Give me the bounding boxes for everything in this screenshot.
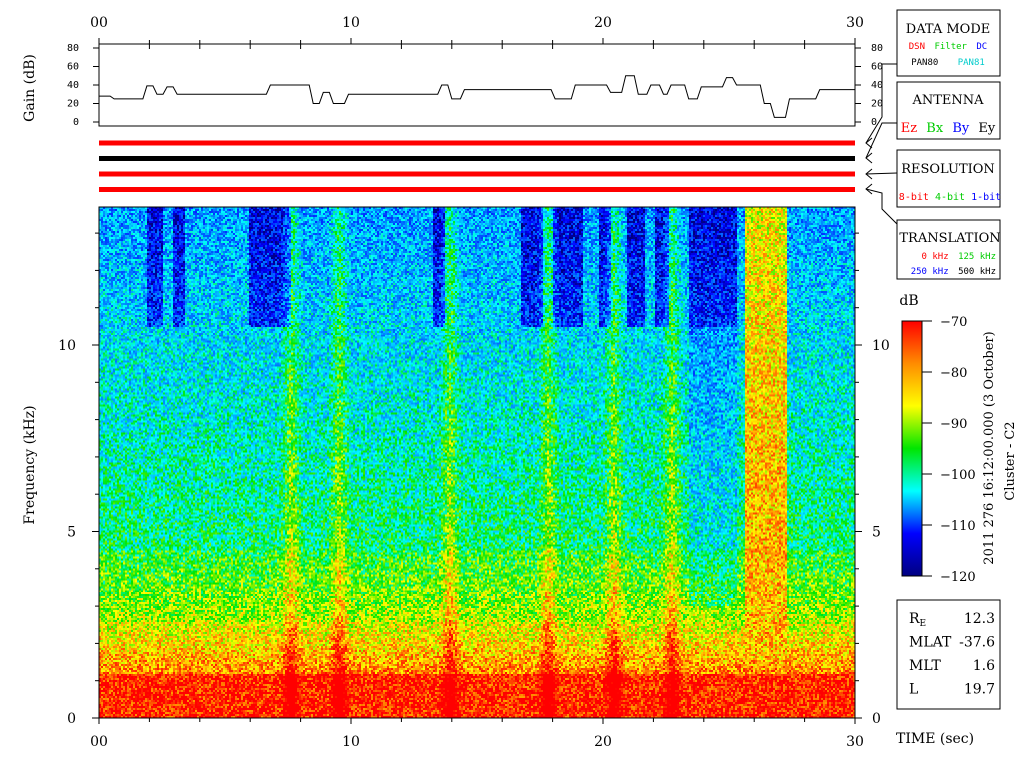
freq-tick-label-right: 0 bbox=[872, 711, 881, 727]
translation-0khz: 0 kHz bbox=[922, 252, 949, 262]
translation-legend: TRANSLATION 0 kHz 125 kHz 250 kHz 500 kH… bbox=[896, 219, 1001, 280]
time-tick-label-bottom: 20 bbox=[594, 734, 612, 750]
freq-tick-label-left: 10 bbox=[58, 338, 76, 354]
data-mode-dc: DC bbox=[976, 42, 987, 52]
status-bar-4 bbox=[99, 187, 855, 192]
resolution-legend: RESOLUTION 8-bit 4-bit 1-bit bbox=[896, 149, 1001, 208]
orbit-label: L bbox=[909, 682, 918, 698]
gain-tick-label-left: 40 bbox=[67, 80, 79, 91]
translation-500khz: 500 kHz bbox=[958, 267, 996, 277]
time-tick-label-top: 00 bbox=[90, 15, 108, 31]
antenna-legend: ANTENNA Ez Bx By Ey bbox=[896, 81, 1001, 140]
time-axis-bottom-ticks: 00 10 20 30 bbox=[90, 718, 864, 750]
colorbar-tick-label: −110 bbox=[940, 519, 976, 534]
time-tick-label-bottom: 30 bbox=[846, 734, 864, 750]
antenna-bx: Bx bbox=[926, 121, 944, 136]
colorbar-tick-label: −70 bbox=[940, 315, 967, 330]
data-mode-filter: Filter bbox=[934, 42, 967, 52]
antenna-title: ANTENNA bbox=[911, 93, 984, 108]
gain-tick-label-left: 0 bbox=[73, 117, 79, 128]
data-mode-legend: DATA MODE DSN Filter DC PAN80 PAN81 bbox=[896, 9, 1001, 77]
translation-title: TRANSLATION bbox=[899, 231, 1000, 246]
resolution-1bit: 1-bit bbox=[971, 192, 1001, 203]
orbit-label: MLAT bbox=[909, 635, 952, 651]
colorbar-gradient bbox=[901, 320, 923, 577]
frequency-axis-label: Frequency (kHz) bbox=[22, 405, 38, 524]
spectrogram-panel: 0 05 510 10 00 10 20 30 Frequency (kHz) TIME (… bbox=[22, 206, 974, 750]
data-mode-title: DATA MODE bbox=[906, 22, 990, 37]
freq-tick-label-left: 5 bbox=[67, 525, 76, 541]
colorbar-tick-label: −80 bbox=[940, 366, 967, 381]
time-axis-label: TIME (sec) bbox=[896, 731, 974, 747]
orbit-value: -37.6 bbox=[959, 635, 995, 651]
orbit-value: 19.7 bbox=[964, 682, 995, 698]
orbit-value: 12.3 bbox=[964, 611, 995, 627]
colorbar-label: dB bbox=[899, 293, 918, 309]
antenna-by: By bbox=[952, 121, 970, 136]
freq-tick-label-left: 0 bbox=[67, 711, 76, 727]
colorbar-tick-label: −120 bbox=[940, 570, 976, 585]
colorbar-tick-label: −100 bbox=[940, 468, 976, 483]
time-tick-label-top: 10 bbox=[342, 15, 360, 31]
antenna-ez: Ez bbox=[901, 121, 917, 136]
time-tick-label-top: 20 bbox=[594, 15, 612, 31]
colorbar-ticks: −70 −80 −90 −100 −110 −120 bbox=[922, 315, 976, 585]
orbit-label: MLT bbox=[909, 658, 941, 674]
status-bar-3 bbox=[99, 171, 855, 177]
gain-axis-label: Gain (dB) bbox=[22, 54, 38, 122]
gain-series-line bbox=[99, 75, 855, 118]
gain-tick-label-left: 20 bbox=[67, 99, 79, 110]
gain-tick-label-right: 20 bbox=[871, 99, 883, 110]
svg-text:8-bit 4-bit 1-bit: 8-bit 4-bit 1-bit bbox=[899, 192, 1001, 203]
colorbar: dB −70 −80 −90 −100 −110 −120 bbox=[899, 293, 975, 585]
status-bars bbox=[99, 140, 855, 192]
time-tick-label-bottom: 00 bbox=[90, 734, 108, 750]
resolution-4bit: 4-bit bbox=[935, 192, 965, 203]
data-mode-pan81: PAN81 bbox=[958, 58, 985, 68]
gain-tick-label-right: 80 bbox=[871, 43, 883, 54]
status-bar-1 bbox=[99, 140, 855, 146]
spectrogram-heatmap bbox=[99, 207, 855, 718]
resolution-title: RESOLUTION bbox=[901, 162, 995, 177]
freq-tick-label-right: 5 bbox=[872, 525, 881, 541]
svg-text:DSN Filter DC: DSN Filter DC bbox=[909, 42, 987, 52]
freq-tick-label-right: 10 bbox=[872, 338, 890, 354]
time-tick-label-bottom: 10 bbox=[342, 734, 360, 750]
svg-text:0 kHz 125 kHz: 0 kHz 125 kHz bbox=[922, 252, 996, 262]
gain-panel: 80 8060 6040 4020 200 0 00 10 20 30 Gain (dB) bbox=[22, 15, 883, 128]
spectrogram-figure: 80 8060 6040 4020 200 0 00 10 20 30 Gain (dB) 00… bbox=[22, 9, 1018, 750]
resolution-8bit: 8-bit bbox=[899, 192, 929, 203]
gain-tick-label-left: 60 bbox=[67, 62, 79, 73]
data-mode-pan80: PAN80 bbox=[911, 58, 938, 68]
gain-tick-label-right: 40 bbox=[871, 80, 883, 91]
time-tick-label-top: 30 bbox=[846, 15, 864, 31]
translation-125khz: 125 kHz bbox=[958, 252, 996, 262]
gain-tick-label-right: 60 bbox=[871, 62, 883, 73]
antenna-ey: Ey bbox=[978, 121, 995, 136]
svg-text:250 kHz 500 kHz: 250 kHz 500 kHz bbox=[911, 267, 996, 277]
colorbar-tick-label: −90 bbox=[940, 417, 967, 432]
data-mode-dsn: DSN bbox=[909, 42, 925, 52]
chart-title: 2011 276 16:12:00.000 (3 October) bbox=[982, 331, 997, 564]
gain-tick-label-left: 80 bbox=[67, 43, 79, 54]
orbit-info-box: RE 12.3MLAT -37.6MLT 1.6L 19.7 bbox=[896, 599, 1001, 710]
chart-subtitle: Cluster - C2 bbox=[1003, 421, 1018, 500]
translation-250khz: 250 kHz bbox=[911, 267, 949, 277]
status-bar-2 bbox=[99, 156, 855, 161]
orbit-value: 1.6 bbox=[973, 658, 995, 674]
